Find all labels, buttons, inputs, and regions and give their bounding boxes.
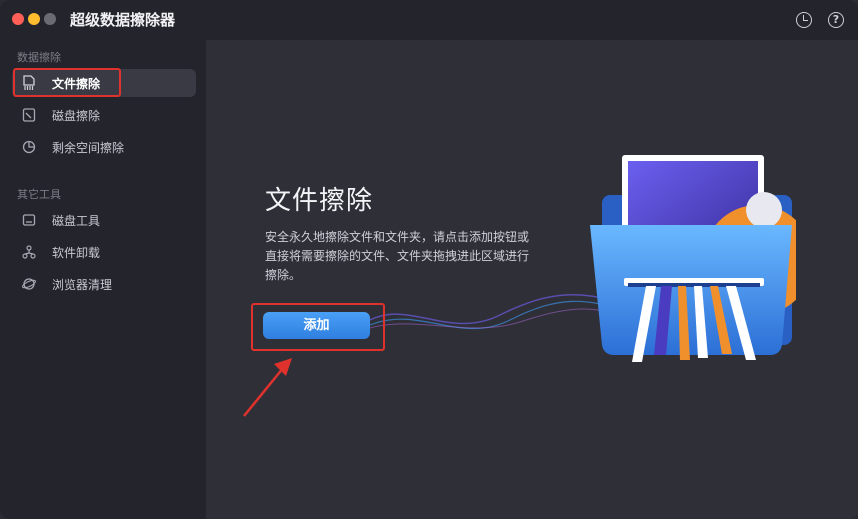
page-title: 文件擦除 bbox=[265, 186, 374, 216]
clock-icon[interactable] bbox=[796, 12, 812, 28]
highlight-box-add bbox=[251, 303, 385, 351]
sidebar-item-label: 浏览器清理 bbox=[52, 278, 113, 292]
sidebar-item-label: 剩余空间擦除 bbox=[52, 141, 125, 155]
zoom-window-button[interactable] bbox=[44, 13, 56, 25]
sidebar-item-uninstall[interactable]: 软件卸载 bbox=[12, 238, 196, 266]
sidebar-item-label: 磁盘工具 bbox=[52, 214, 101, 228]
sidebar-item-browser-clean[interactable]: 浏览器清理 bbox=[12, 270, 196, 298]
section-label-data-erase: 数据擦除 bbox=[17, 51, 61, 64]
minimize-window-button[interactable] bbox=[28, 13, 40, 25]
sidebar-item-disk-erase[interactable]: 磁盘擦除 bbox=[12, 101, 196, 129]
title-bar: 超级数据擦除器 ? bbox=[0, 0, 858, 40]
highlight-box-file-erase bbox=[13, 68, 121, 97]
section-label-other-tools: 其它工具 bbox=[17, 188, 61, 201]
sidebar-item-label: 软件卸载 bbox=[52, 246, 101, 260]
file-shredder-illustration bbox=[590, 155, 796, 362]
pie-icon bbox=[22, 139, 36, 155]
arrow-annotation bbox=[243, 358, 292, 417]
browser-icon bbox=[22, 276, 36, 292]
close-window-button[interactable] bbox=[12, 13, 24, 25]
sidebar-item-label: 磁盘擦除 bbox=[52, 109, 101, 123]
disk-tool-icon bbox=[22, 212, 36, 228]
disk-icon bbox=[22, 107, 36, 123]
app-window: 超级数据擦除器 ? 数据擦除 文件擦除 磁盘擦除 剩余空间擦除 其它工具 磁盘工… bbox=[0, 0, 858, 519]
sidebar: 数据擦除 文件擦除 磁盘擦除 剩余空间擦除 其它工具 磁盘工具 软件卸载 浏览器… bbox=[0, 40, 206, 519]
main-panel[interactable]: 文件擦除 安全永久地擦除文件和文件夹，请点击添加按钮或直接将需要擦除的文件、文件… bbox=[206, 40, 858, 519]
sidebar-item-free-space-erase[interactable]: 剩余空间擦除 bbox=[12, 133, 196, 161]
sidebar-item-disk-tool[interactable]: 磁盘工具 bbox=[12, 206, 196, 234]
uninstall-icon bbox=[22, 244, 36, 260]
help-icon[interactable]: ? bbox=[828, 12, 844, 28]
page-description: 安全永久地擦除文件和文件夹，请点击添加按钮或直接将需要擦除的文件、文件夹拖拽进此… bbox=[265, 230, 530, 282]
app-title: 超级数据擦除器 bbox=[70, 11, 176, 29]
